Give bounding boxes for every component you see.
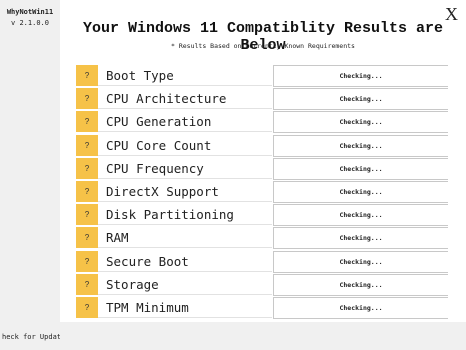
- check-status: Checking...: [273, 204, 448, 227]
- check-status: Checking...: [273, 157, 448, 180]
- check-label-cell: CPU Core Count: [98, 135, 272, 156]
- check-row: ? CPU Generation Checking...: [0, 111, 466, 134]
- check-label: Secure Boot: [106, 253, 189, 269]
- check-label-cell: Disk Partitioning: [98, 204, 272, 226]
- check-status: Checking...: [273, 181, 448, 203]
- status-badge: ?: [76, 157, 98, 179]
- check-status: Checking...: [273, 297, 448, 319]
- check-for-update-link[interactable]: heck for Update: [2, 333, 60, 341]
- check-row: ? Disk Partitioning Checking...: [0, 204, 466, 227]
- check-status: Checking...: [273, 65, 448, 87]
- check-label-cell: RAM: [98, 227, 272, 249]
- check-label-cell: CPU Frequency: [98, 158, 272, 179]
- check-label-cell: CPU Generation: [98, 111, 272, 133]
- status-badge: ?: [76, 134, 98, 156]
- status-badge: ?: [76, 65, 98, 86]
- app-version: v 2.1.0.0: [11, 19, 49, 27]
- check-row: ? TPM Minimum Checking...: [0, 297, 466, 320]
- check-label: RAM: [106, 230, 129, 246]
- check-status: Checking...: [273, 227, 448, 250]
- check-row: ? RAM Checking...: [0, 227, 466, 250]
- check-label-cell: DirectX Support: [98, 181, 272, 202]
- check-label: Disk Partitioning: [106, 207, 234, 223]
- check-status: Checking...: [273, 88, 448, 111]
- check-row: ? Boot Type Checking...: [0, 65, 466, 88]
- page-subtitle: * Results Based on Currently Known Requi…: [171, 42, 355, 50]
- check-row: ? CPU Core Count Checking...: [0, 134, 466, 158]
- check-label-cell: TPM Minimum: [98, 297, 272, 318]
- status-badge: ?: [76, 273, 98, 295]
- check-row: ? Secure Boot Checking...: [0, 250, 466, 274]
- status-badge: ?: [76, 297, 98, 318]
- check-label: TPM Minimum: [106, 300, 189, 315]
- check-row: ? DirectX Support Checking...: [0, 181, 466, 204]
- check-label: CPU Frequency: [106, 160, 204, 176]
- check-status: Checking...: [273, 111, 448, 134]
- footer-band: [60, 322, 466, 350]
- check-row: ? CPU Frequency Checking...: [0, 157, 466, 181]
- status-badge: ?: [76, 250, 98, 272]
- status-badge: ?: [76, 88, 98, 110]
- app-name: WhyNotWin11: [6, 8, 54, 16]
- check-row: ? Storage Checking...: [0, 273, 466, 297]
- check-label: DirectX Support: [106, 184, 219, 199]
- check-label-cell: Boot Type: [98, 65, 272, 86]
- status-badge: ?: [76, 111, 98, 133]
- check-label: Storage: [106, 276, 159, 292]
- check-label-cell: Storage: [98, 274, 272, 295]
- check-status: Checking...: [273, 134, 448, 157]
- check-label: CPU Core Count: [106, 137, 212, 153]
- check-label-cell: CPU Architecture: [98, 88, 272, 110]
- check-label: CPU Architecture: [106, 91, 227, 107]
- check-status: Checking...: [273, 250, 448, 273]
- status-badge: ?: [76, 204, 98, 226]
- check-label: Boot Type: [106, 68, 174, 83]
- status-badge: ?: [76, 227, 98, 249]
- check-label-cell: Secure Boot: [98, 251, 272, 272]
- check-status: Checking...: [273, 273, 448, 296]
- check-label: CPU Generation: [106, 114, 212, 130]
- check-row: ? CPU Architecture Checking...: [0, 88, 466, 111]
- status-badge: ?: [76, 181, 98, 202]
